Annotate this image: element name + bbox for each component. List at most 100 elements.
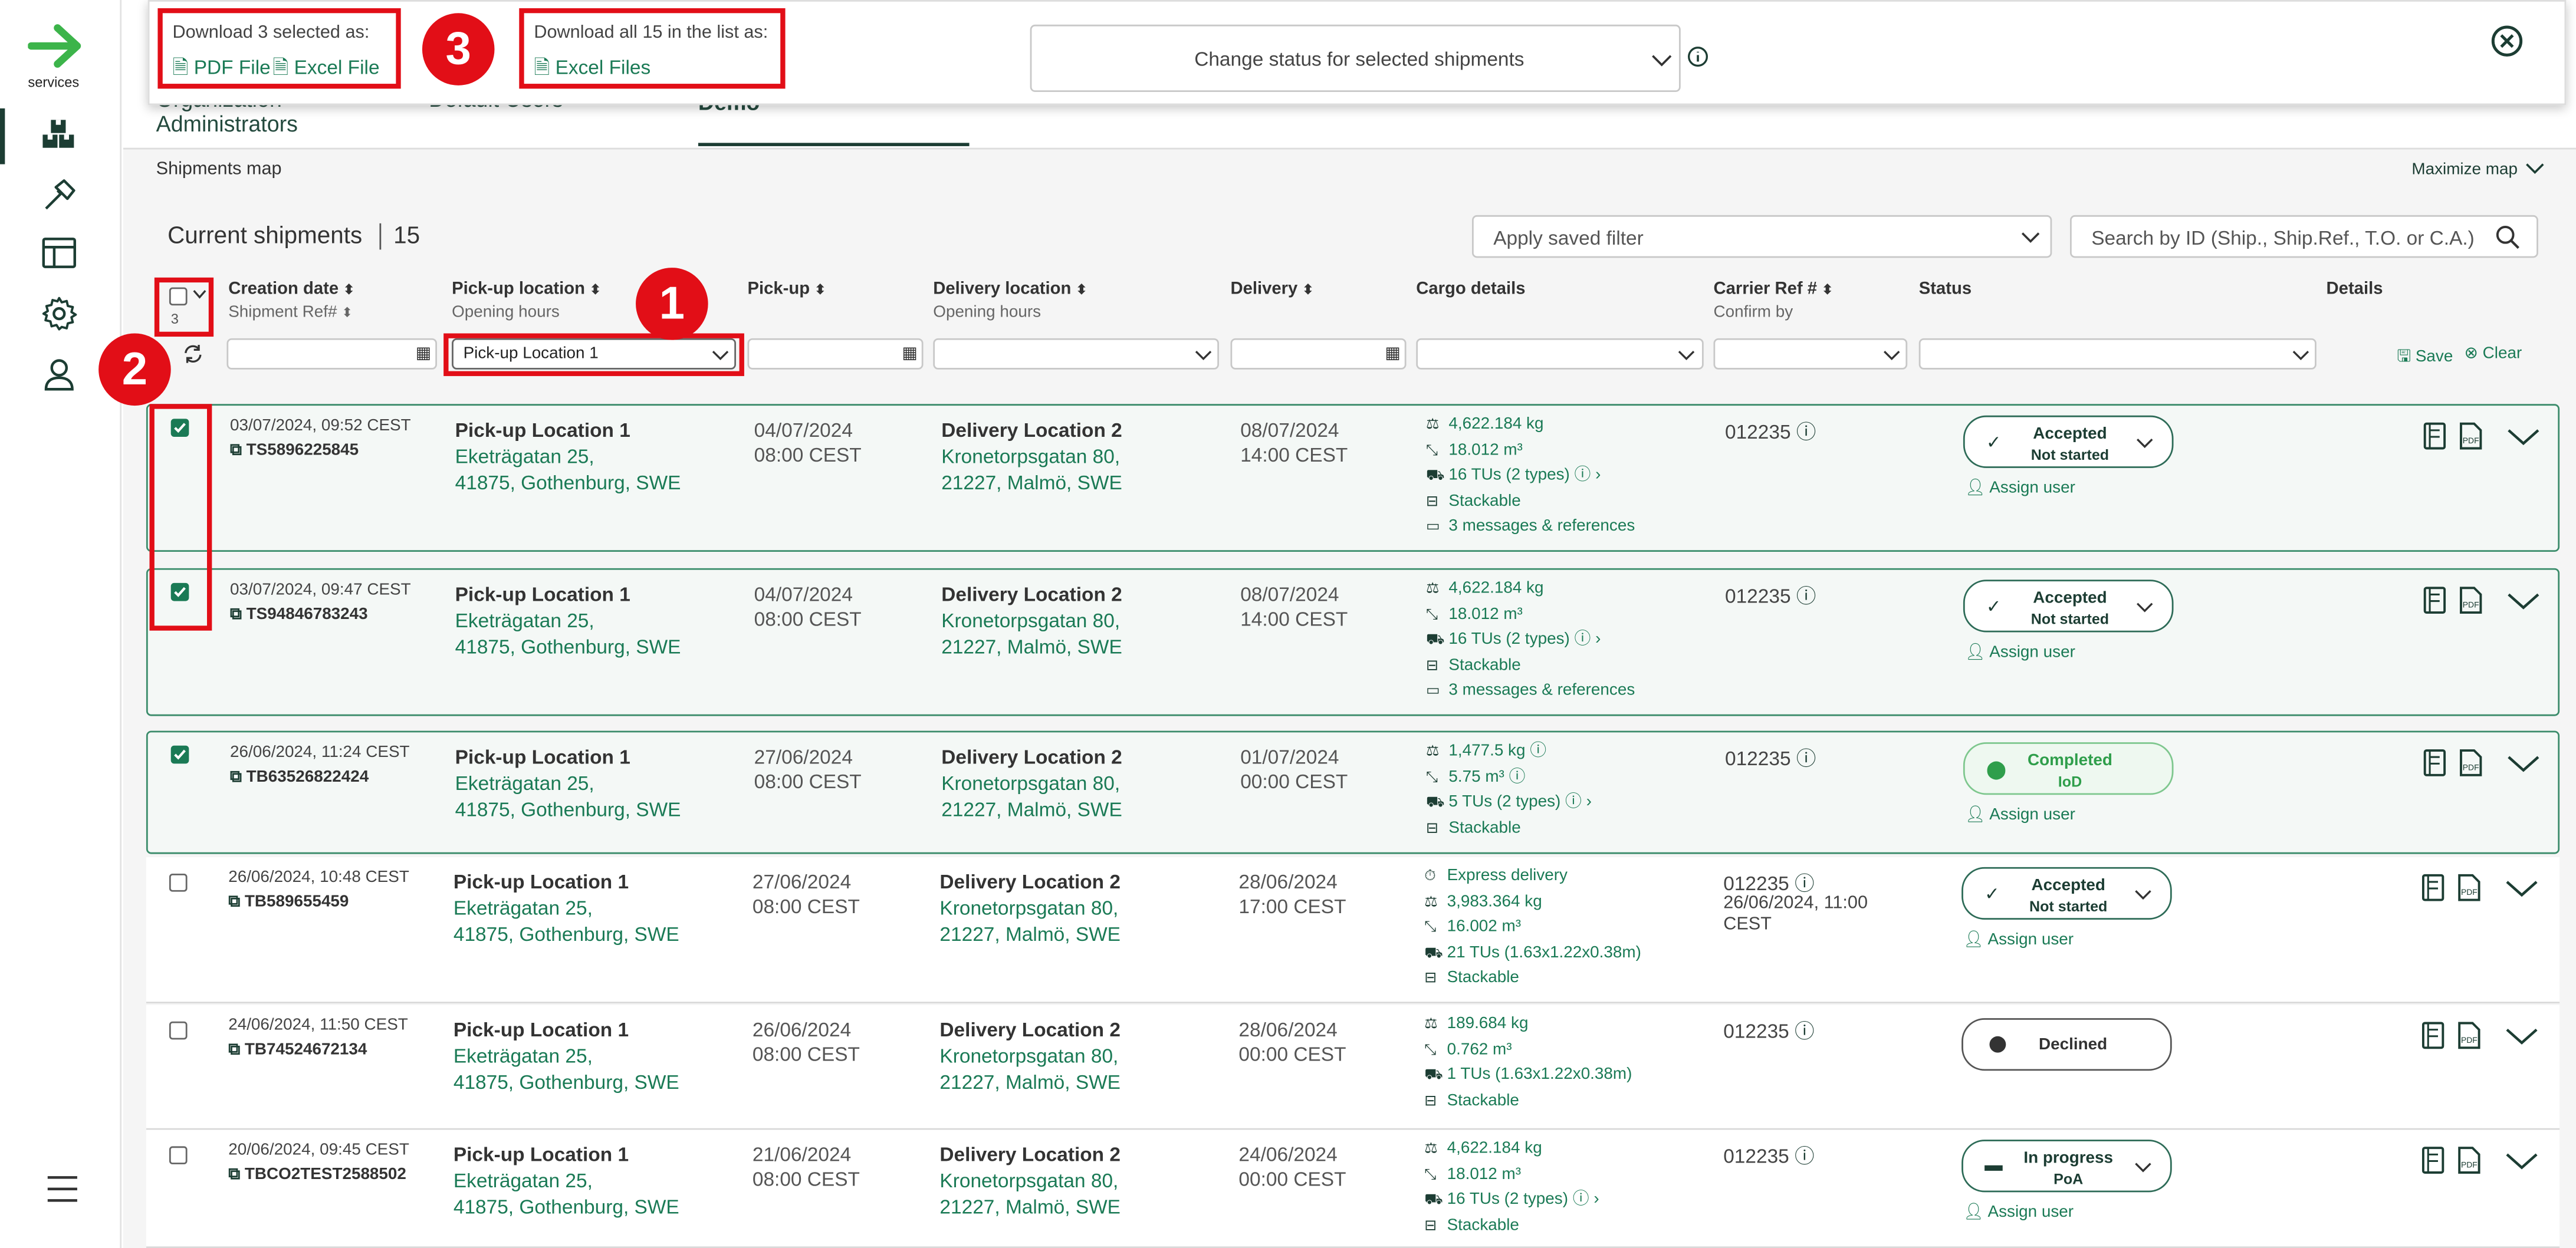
pickup-date-filter[interactable]: ▦ — [747, 338, 924, 370]
pdf-icon[interactable]: PDF — [2459, 749, 2482, 776]
pdf-icon[interactable]: PDF — [2459, 422, 2482, 450]
clear-filter-button[interactable]: ⊗ Clear — [2465, 345, 2522, 363]
expand-chevron-icon[interactable] — [2503, 1026, 2539, 1045]
pdf-icon[interactable]: PDF — [2457, 1022, 2480, 1049]
col-carrier-ref[interactable]: Carrier Ref # ⬍ — [1713, 279, 1832, 299]
brand-logo[interactable]: services — [28, 19, 87, 90]
status-dropdown[interactable]: ✓ Accepted Not started — [1963, 579, 2174, 633]
document-icon[interactable] — [2423, 749, 2446, 776]
address-line: 21227, Malmö, SWE — [941, 470, 1122, 494]
status-dropdown[interactable]: ✓ Accepted Not started — [1961, 867, 2172, 920]
document-icon[interactable] — [2423, 586, 2446, 614]
info-icon[interactable]: ⓘ — [1573, 1191, 1589, 1209]
document-icon[interactable] — [2421, 1022, 2444, 1049]
info-icon[interactable]: ⓘ — [1565, 793, 1582, 811]
pdf-icon[interactable]: PDF — [2459, 586, 2482, 614]
table-row[interactable]: 03/07/2024, 09:52 CEST ⧉ TS5896225845 Pick… — [146, 404, 2560, 552]
delivery-date-filter[interactable]: ▦ — [1230, 338, 1407, 370]
chevron-right-icon[interactable]: › — [1593, 1191, 1599, 1209]
search-input[interactable]: Search by ID (Ship., Ship.Ref., T.O. or … — [2069, 215, 2538, 258]
hammer-nav-icon[interactable] — [41, 177, 77, 213]
pdf-icon[interactable]: PDF — [2457, 1146, 2480, 1174]
info-icon[interactable]: ⓘ — [1796, 747, 1816, 770]
document-icon[interactable] — [2421, 1146, 2444, 1174]
cargo-messages[interactable]: ▭ 3 messages & references — [1426, 514, 1635, 539]
status-filter[interactable] — [1918, 338, 2317, 370]
chevron-right-icon[interactable]: › — [1595, 466, 1601, 485]
pickup-location-filter[interactable]: Pick-up Location 1 — [452, 338, 736, 370]
info-icon[interactable]: ⓘ — [1575, 631, 1591, 649]
chevron-down-icon[interactable] — [192, 289, 207, 300]
status-dropdown[interactable]: ⬤ Completed IoD — [1963, 742, 2174, 795]
info-icon[interactable]: ⓘ — [1795, 1145, 1814, 1168]
assign-user-link[interactable]: 👤︎ Assign user — [1965, 479, 2075, 498]
status-dropdown[interactable]: ▬ In progress PoA — [1961, 1140, 2172, 1193]
info-icon[interactable]: ⓘ — [1575, 466, 1591, 485]
delivery-location-filter[interactable] — [933, 338, 1219, 370]
user-nav-icon[interactable] — [41, 356, 77, 392]
assign-user-link[interactable]: 👤︎ Assign user — [1963, 1204, 2074, 1222]
document-icon[interactable] — [2423, 422, 2446, 450]
col-creation-date[interactable]: Creation date ⬍ — [228, 279, 354, 299]
pdf-icon[interactable]: PDF — [2457, 874, 2480, 901]
table-row[interactable]: 20/06/2024, 09:45 CEST ⧉ TBCO2TEST2588502… — [146, 1130, 2560, 1248]
layout-nav-icon[interactable] — [41, 236, 77, 269]
info-icon[interactable]: ⓘ — [1796, 585, 1816, 608]
expand-chevron-icon[interactable] — [2505, 590, 2541, 610]
info-icon[interactable]: ⓘ — [1795, 1020, 1814, 1043]
info-icon[interactable]: ⓘ — [1795, 872, 1814, 895]
copy-icon[interactable]: ⧉ — [228, 893, 240, 911]
save-filter-button[interactable]: 🖫 Save — [2397, 345, 2453, 373]
chevron-right-icon[interactable]: › — [1586, 793, 1592, 811]
status-dropdown[interactable]: Declined — [1961, 1018, 2172, 1071]
change-status-select[interactable]: Change status for selected shipments — [1030, 24, 1681, 92]
expand-chevron-icon[interactable] — [2505, 426, 2541, 446]
col-pickup[interactable]: Pick-up ⬍ — [747, 279, 825, 299]
download-excel-link[interactable]: 🗎 Excel File — [272, 52, 379, 87]
copy-icon[interactable]: ⧉ — [228, 1166, 240, 1184]
table-row[interactable]: 24/06/2024, 11:50 CEST ⧉ TB74524672134 Pic… — [146, 1005, 2560, 1130]
status-dropdown[interactable]: ✓ Accepted Not started — [1963, 415, 2174, 468]
info-icon[interactable] — [1687, 46, 1708, 67]
table-row[interactable]: 03/07/2024, 09:47 CEST ⧉ TS94846783243 Pic… — [146, 568, 2560, 716]
row-checkbox[interactable] — [169, 1021, 188, 1040]
download-excel-files-link[interactable]: 🗎 Excel Files — [534, 52, 650, 87]
carrier-ref-filter[interactable] — [1713, 338, 1908, 370]
maximize-map-button[interactable]: Maximize map — [2411, 161, 2545, 179]
row-checkbox[interactable] — [170, 745, 189, 764]
assign-user-link[interactable]: 👤︎ Assign user — [1965, 806, 2075, 825]
expand-chevron-icon[interactable] — [2505, 753, 2541, 772]
expand-chevron-icon[interactable] — [2503, 1150, 2539, 1170]
creation-date-filter[interactable]: ▦ — [226, 338, 437, 370]
document-icon[interactable] — [2421, 874, 2444, 901]
refresh-icon[interactable] — [182, 343, 203, 364]
close-icon[interactable] — [2490, 25, 2524, 58]
col-delivery-location[interactable]: Delivery location ⬍ — [933, 279, 1087, 299]
table-row[interactable]: 26/06/2024, 11:24 CEST ⧉ TB63526822424 Pic… — [146, 730, 2560, 854]
cargo-messages[interactable]: ▭ 3 messages & references — [1426, 678, 1635, 703]
row-checkbox[interactable] — [169, 1146, 188, 1165]
assign-user-link[interactable]: 👤︎ Assign user — [1963, 931, 2074, 949]
saved-filter-select[interactable]: Apply saved filter — [1471, 215, 2052, 258]
col-ship-ref[interactable]: Shipment Ref# ⬍ — [228, 304, 353, 322]
shipments-nav-icon[interactable] — [41, 118, 77, 152]
col-delivery[interactable]: Delivery ⬍ — [1230, 279, 1313, 299]
row-checkbox[interactable] — [169, 873, 188, 892]
copy-icon[interactable]: ⧉ — [230, 442, 242, 460]
chevron-right-icon[interactable]: › — [1595, 631, 1601, 649]
download-pdf-link[interactable]: 🗎 PDF File — [172, 52, 270, 87]
copy-icon[interactable]: ⧉ — [230, 606, 242, 624]
assign-user-link[interactable]: 👤︎ Assign user — [1965, 644, 2075, 662]
copy-icon[interactable]: ⧉ — [228, 1041, 240, 1059]
settings-gear-icon[interactable] — [41, 295, 77, 331]
expand-chevron-icon[interactable] — [2503, 878, 2539, 897]
info-icon[interactable]: ⓘ — [1530, 742, 1546, 760]
table-row[interactable]: 26/06/2024, 10:48 CEST ⧉ TB589655459 Pick-… — [146, 857, 2560, 1004]
copy-icon[interactable]: ⧉ — [230, 769, 242, 787]
info-icon[interactable]: ⓘ — [1796, 420, 1816, 443]
menu-hamburger-icon[interactable] — [46, 1174, 79, 1204]
cargo-filter[interactable] — [1416, 338, 1704, 370]
info-icon[interactable]: ⓘ — [1509, 768, 1526, 786]
col-pickup-location[interactable]: Pick-up location ⬍ — [452, 279, 601, 299]
select-all-checkbox[interactable] — [169, 287, 188, 306]
